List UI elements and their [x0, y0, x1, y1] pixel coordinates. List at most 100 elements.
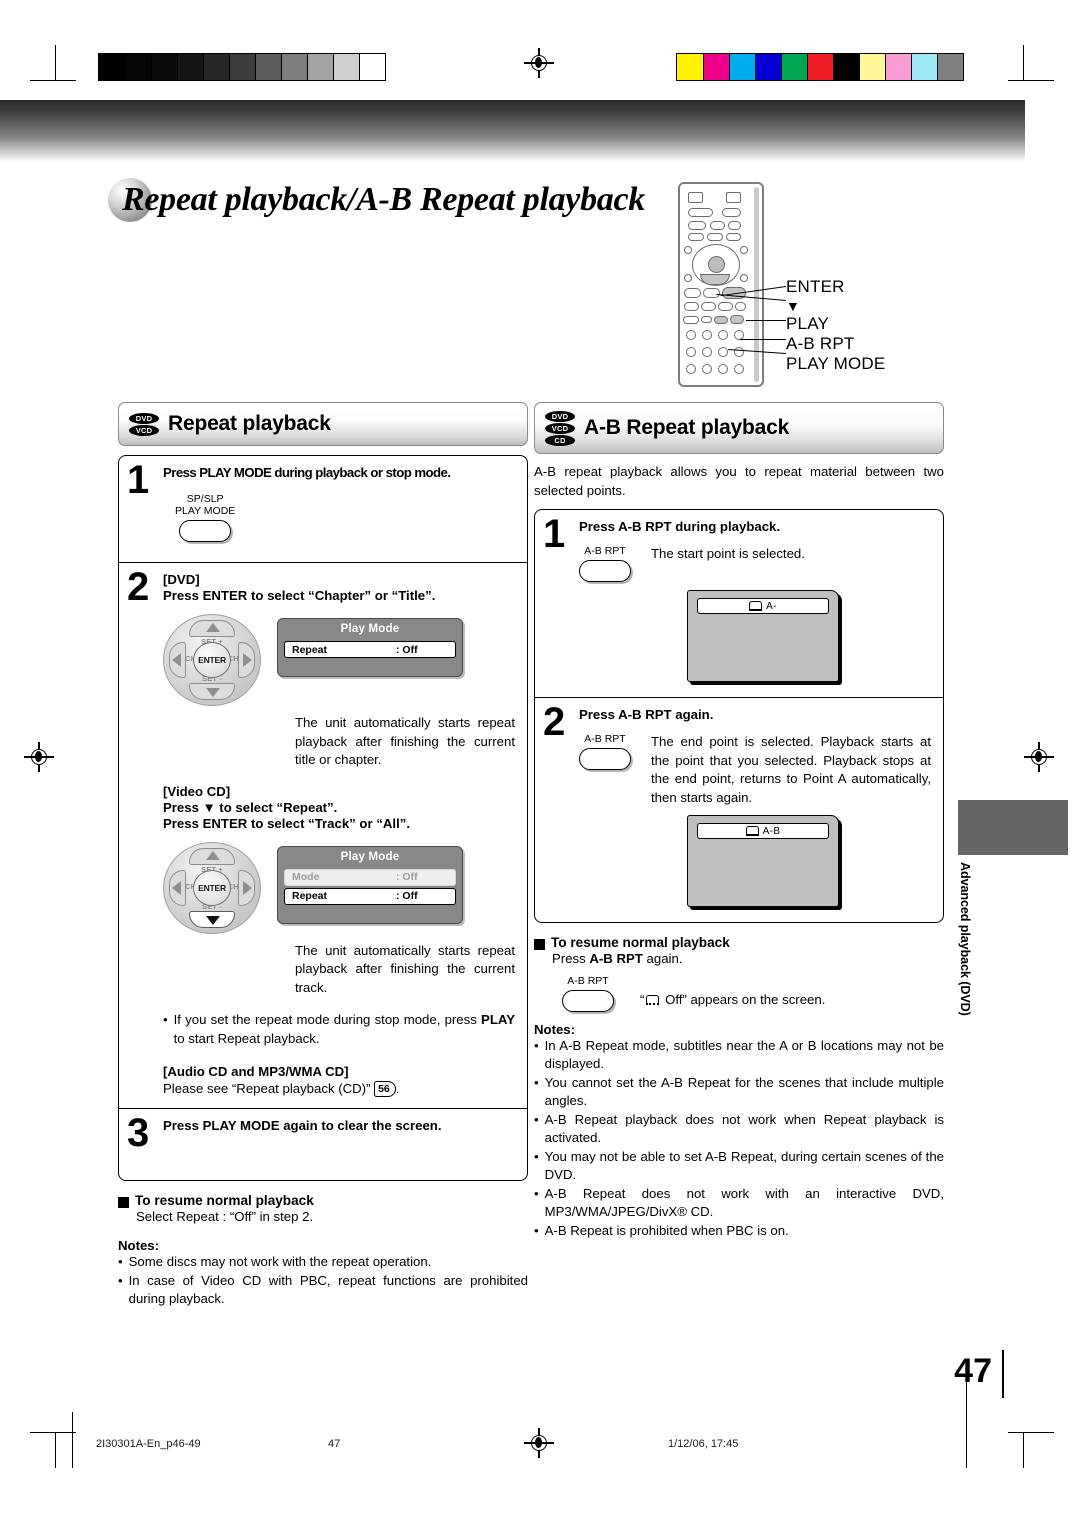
step-2-dvd-instruction: Press ENTER to select “Chapter” or “Titl…	[163, 588, 436, 603]
key-play-mode: SP/SLP PLAY MODE	[175, 493, 235, 542]
footer-page-number: 47	[328, 1438, 341, 1450]
section-header-ab-repeat: DVD VCD CD A-B Repeat playback	[534, 402, 944, 454]
grayscale-step	[177, 54, 203, 80]
bullet-icon: •	[534, 1074, 539, 1090]
color-step	[781, 54, 807, 80]
bullet-icon: •	[534, 1185, 539, 1201]
right-note-item: • You may not be able to set A-B Repeat,…	[534, 1148, 944, 1185]
grayscale-step	[255, 54, 281, 80]
step-number-1: 1	[543, 512, 566, 556]
dpad-enter-button[interactable]: ENTER	[193, 869, 231, 906]
step-number-3: 3	[127, 1110, 150, 1155]
page-reference-chip[interactable]: 56	[374, 1081, 396, 1097]
remote-button-display	[684, 274, 692, 282]
side-tab-block	[958, 800, 1068, 855]
grayscale-step	[125, 54, 151, 80]
remote-button-row3-m	[707, 233, 723, 241]
osd-title-vcd: Play Mode	[340, 850, 400, 863]
resume-text-post: again.	[642, 951, 683, 966]
right-note-item: • A-B Repeat playback does not work when…	[534, 1111, 944, 1148]
key-button-ab-rpt[interactable]	[579, 748, 631, 770]
right-step-1: 1 Press A-B RPT during playback. A-B RPT…	[535, 510, 943, 697]
left-note-text: In case of Video CD with PBC, repeat fun…	[128, 1272, 528, 1307]
remote-button-eject	[735, 302, 746, 311]
disc-badges-right: DVD VCD CD	[545, 410, 575, 446]
right-notes-heading: Notes:	[534, 1021, 576, 1037]
osd-row-label: Repeat	[292, 643, 328, 656]
repeat-icon	[749, 601, 763, 611]
registration-mark-bottom	[524, 1428, 554, 1458]
remote-button-return	[740, 246, 748, 254]
footer-rule-right	[966, 1380, 968, 1468]
color-step	[729, 54, 755, 80]
osd-row-repeat-vcd[interactable]: Repeat : Off	[284, 887, 456, 905]
inline-bold-play: PLAY	[481, 1012, 515, 1027]
disc-badges-left: DVD VCD	[129, 412, 159, 436]
key-button-ab-rpt[interactable]	[579, 560, 631, 582]
section-title-right: A-B Repeat playback	[584, 416, 790, 439]
gradient-band	[0, 100, 1025, 162]
registration-mark-left	[24, 742, 54, 772]
left-notes-heading: Notes:	[118, 1238, 160, 1253]
key-label-ab-rpt: A-B RPT	[584, 545, 626, 557]
tv-banner-ab: A-B	[697, 823, 829, 839]
right-resume-screen-note: “ Off” appears on the screen.	[640, 975, 944, 1012]
tv-banner-a: A-	[697, 598, 829, 614]
footer-date: 1/12/06, 17:45	[668, 1438, 739, 1450]
grayscale-step	[359, 54, 385, 80]
badge-dvd: DVD	[129, 412, 159, 424]
section-title-left: Repeat playback	[168, 412, 331, 435]
color-step	[937, 54, 963, 80]
step-2-audio-text: Please see “Repeat playback (CD)” 56.	[163, 1080, 515, 1099]
crop-mark-top-left-h	[30, 80, 76, 82]
footer-filename: 2I30301A-En_p46-49	[96, 1438, 201, 1450]
color-step	[677, 54, 703, 80]
remote-keypad-5	[686, 347, 696, 357]
remote-button-row2-m	[710, 221, 725, 230]
step-2-audio-tag: [Audio CD and MP3/WMA CD]	[163, 1064, 349, 1079]
step-2-bullet-text: If you set the repeat mode during stop m…	[173, 1012, 515, 1046]
remote-keypad-enter2	[734, 364, 744, 374]
remote-keypad-9	[686, 364, 696, 374]
crop-mark-bottom-right-v	[1023, 1432, 1025, 1468]
right-step-2-description: The end point is selected. Playback star…	[651, 734, 931, 805]
callout-label-play: PLAY	[786, 314, 830, 333]
page-number: 47	[954, 1352, 992, 1390]
key-button-play-mode[interactable]	[179, 520, 232, 542]
remote-button-row2-r	[728, 221, 741, 230]
dpad-graphic-vcd: SET + SET - CH CH ENTER	[163, 841, 261, 934]
step-2-vcd-instruction-2: Press ENTER to select “Track” or “All”.	[163, 815, 410, 831]
callout-label-enter: ENTER	[786, 277, 845, 296]
step-number-1: 1	[127, 458, 150, 502]
page-title-text: Repeat playback/A-B Repeat playback	[122, 181, 645, 218]
color-step	[911, 54, 937, 80]
left-note-item: • In case of Video CD with PBC, repeat f…	[118, 1272, 528, 1309]
key-ab-rpt-2: A-B RPT	[579, 733, 631, 807]
key-button-ab-rpt[interactable]	[562, 989, 614, 1012]
registration-mark-right	[1024, 742, 1054, 772]
remote-keypad-2	[702, 330, 712, 340]
right-note-text: You may not be able to set A-B Repeat, d…	[544, 1148, 944, 1183]
osd-row-value: : Off	[396, 890, 418, 902]
right-note-item: • You cannot set the A-B Repeat for the …	[534, 1074, 944, 1111]
dpad-enter-button[interactable]: ENTER	[193, 642, 231, 678]
left-note-item: • Some discs may not work with the repea…	[118, 1253, 528, 1272]
callout-leader-play	[746, 320, 786, 322]
color-step	[807, 54, 833, 80]
up-arrow-icon	[206, 623, 220, 632]
remote-enter-button	[708, 256, 725, 273]
inline-bold-ab-rpt: A-B RPT	[589, 951, 643, 966]
remote-keypad-7	[718, 347, 728, 357]
key-label-play-mode: PLAY MODE	[175, 505, 236, 517]
crop-mark-top-left-v	[55, 45, 57, 81]
up-arrow-icon	[206, 850, 220, 860]
manual-page: Repeat playback/A-B Repeat playback ENTE…	[0, 0, 1080, 1528]
right-step-1-title: Press A-B RPT during playback.	[579, 519, 781, 534]
badge-vcd: VCD	[545, 422, 575, 434]
osd-row-repeat-dvd[interactable]: Repeat : Off	[284, 641, 456, 658]
left-resume-heading-text: To resume normal playback	[135, 1192, 314, 1208]
section-header-repeat-playback: DVD VCD Repeat playback	[118, 402, 528, 446]
step-2-vcd-note: The unit automatically starts repeat pla…	[295, 942, 515, 995]
osd-row-mode-vcd[interactable]: Mode : Off	[284, 868, 456, 886]
grayscale-step	[229, 54, 255, 80]
